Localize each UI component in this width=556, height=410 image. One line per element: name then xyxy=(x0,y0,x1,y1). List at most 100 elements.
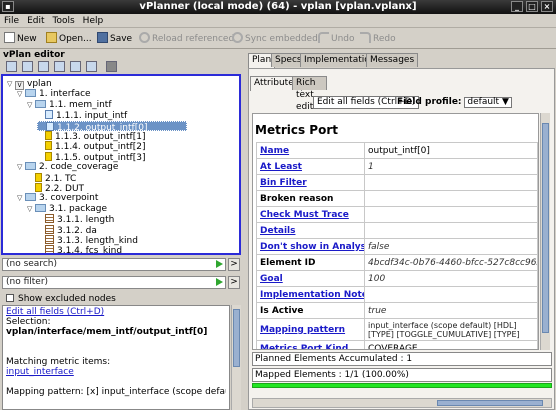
attribute-value[interactable] xyxy=(364,206,538,223)
tree-node[interactable]: 1.1.3. output_intf[1] xyxy=(37,131,145,142)
attribute-key-link[interactable]: Goal xyxy=(260,274,283,284)
tree-node[interactable]: ▽ 2. code_coverage xyxy=(17,162,118,172)
sync-embedded-button[interactable]: Sync embedded xyxy=(232,32,318,46)
attribute-value[interactable]: 100 xyxy=(364,270,538,287)
attribute-value[interactable] xyxy=(364,222,538,239)
tree-node[interactable]: 1.1.4. output_intf[2] xyxy=(37,141,145,152)
tab-rich-text-editor[interactable]: Rich text editor xyxy=(292,76,327,112)
redo-button[interactable]: Redo xyxy=(360,32,396,46)
expand-toggle-icon[interactable]: ▽ xyxy=(27,100,35,110)
attribute-key-link[interactable]: Implementation Note xyxy=(260,290,364,300)
attribute-value[interactable]: 1 xyxy=(364,158,538,175)
add-subsection-icon[interactable] xyxy=(22,61,33,72)
attribute-value[interactable]: output_intf[0] xyxy=(364,142,538,159)
edit-all-fields-link[interactable]: Edit all fields (Ctrl+D) xyxy=(6,307,104,317)
close-icon[interactable]: × xyxy=(541,1,553,12)
tree-node[interactable]: 2.2. DUT xyxy=(27,183,84,194)
attribute-key-link[interactable]: Don't show in Analysis xyxy=(260,242,364,252)
tree-node[interactable]: 3.1.1. length xyxy=(37,214,114,225)
field-profile-select[interactable]: default ▼ xyxy=(464,97,512,108)
expand-toggle-icon[interactable]: ▽ xyxy=(17,162,25,172)
bottom-scroll-thumb[interactable] xyxy=(437,400,543,406)
menu-help[interactable]: Help xyxy=(79,14,108,28)
attribute-value[interactable]: COVERAGE xyxy=(364,340,538,349)
search-field[interactable]: (no search) xyxy=(2,258,226,271)
attribute-value[interactable]: input_interface (scope default) [HDL] [T… xyxy=(364,318,538,341)
attribute-row: Mapping pattern input_interface (scope de… xyxy=(256,318,538,341)
link-icon[interactable] xyxy=(86,61,97,72)
tree-node[interactable]: ▽ Vvplan xyxy=(7,79,52,90)
tree-node[interactable]: 3.1.2. da xyxy=(37,224,97,236)
attribute-key-link[interactable]: Check Must Trace xyxy=(260,210,349,220)
expand-toggle-icon[interactable]: ▽ xyxy=(17,89,25,99)
expand-toggle-icon[interactable]: ▽ xyxy=(27,204,35,214)
attribute-key: Name xyxy=(256,142,365,159)
minimize-icon[interactable]: _ xyxy=(511,1,523,12)
add-coverage-icon[interactable] xyxy=(54,61,65,72)
coverage-icon xyxy=(35,183,42,192)
matching-item-link[interactable]: input_interface xyxy=(6,367,74,377)
filter-field-text: (no filter) xyxy=(6,277,49,287)
new-button[interactable]: New xyxy=(4,32,37,46)
attribute-value[interactable] xyxy=(364,174,538,191)
filter-apply-button[interactable]: > xyxy=(228,276,240,289)
expand-toggle-icon[interactable]: ▽ xyxy=(7,79,15,89)
search-go-icon[interactable] xyxy=(216,260,223,268)
tree-node[interactable]: ▽ 1.1. mem_intf xyxy=(27,99,112,110)
attributes-view: Metrics Port Name output_intf[0] At Least 1… xyxy=(252,113,539,350)
maximize-icon[interactable]: □ xyxy=(526,1,538,12)
attribute-key-link[interactable]: Bin Filter xyxy=(260,178,307,188)
attribute-key-link[interactable]: Mapping pattern xyxy=(260,325,345,335)
attribute-row: Metrics Port Kind COVERAGE xyxy=(256,340,538,350)
attribute-key-link[interactable]: Details xyxy=(260,226,295,236)
expand-toggle-icon[interactable]: ▽ xyxy=(17,193,25,203)
tab-messages[interactable]: Messages xyxy=(366,53,419,67)
save-button[interactable]: Save xyxy=(97,32,132,46)
tree-node[interactable]: 3.1.3. length_kind xyxy=(37,235,138,246)
attribute-value[interactable] xyxy=(364,190,538,207)
attribute-key-link[interactable]: Metrics Port Kind xyxy=(260,344,348,350)
filter-field[interactable]: (no filter) xyxy=(2,276,226,289)
tree-node[interactable]: 2.1. TC xyxy=(27,172,76,184)
info-scrollbar[interactable] xyxy=(231,305,241,410)
attribute-key: Check Must Trace xyxy=(256,206,365,223)
coverage-icon xyxy=(35,172,42,182)
attribute-key-link[interactable]: At Least xyxy=(260,162,302,172)
vplan-tree[interactable]: ▽ Vvplan ▽ 1. interface ▽ 1.1. mem_intf 1.1.1.… xyxy=(1,74,241,255)
attribute-value[interactable]: 4bcdf34c-0b76-4460-bfcc-527c8cc963c3 xyxy=(364,254,538,271)
tree-node[interactable]: ▽ 3. coverpoint xyxy=(17,193,98,203)
undo-button[interactable]: Undo xyxy=(318,32,355,46)
tree-node[interactable]: ▽ 3.1. package xyxy=(27,203,107,214)
tree-node[interactable]: ▽ 1. interface xyxy=(17,89,91,99)
tree-node[interactable]: 3.1.4. fcs_kind xyxy=(37,245,122,253)
dropdown-arrow-icon: ▼ xyxy=(501,97,509,107)
search-next-button[interactable]: > xyxy=(228,258,240,271)
undo-label: Undo xyxy=(331,34,355,44)
open-button[interactable]: Open... xyxy=(46,32,92,46)
attribute-key: Element ID xyxy=(256,254,365,271)
edit-node-icon[interactable] xyxy=(70,61,81,72)
menu-tools[interactable]: Tools xyxy=(49,14,79,28)
info-scroll-thumb[interactable] xyxy=(233,309,240,367)
attributes-scrollbar[interactable] xyxy=(540,113,550,350)
delete-icon[interactable] xyxy=(106,61,117,72)
tree-node[interactable]: 1.1.2. output_intf[0] xyxy=(37,120,187,133)
attribute-value[interactable] xyxy=(364,286,538,303)
reload-referenced-button[interactable]: Reload referenced xyxy=(139,32,234,46)
attributes-scroll-thumb[interactable] xyxy=(542,123,549,333)
attribute-value[interactable]: false xyxy=(364,238,538,255)
bottom-scrollbar[interactable] xyxy=(252,398,552,408)
add-metric-icon[interactable] xyxy=(38,61,49,72)
window-menu-icon[interactable]: ▪ xyxy=(2,1,14,12)
menu-file[interactable]: File xyxy=(0,14,23,28)
tree-node[interactable]: 1.1.1. input_intf xyxy=(37,110,127,121)
tree-node[interactable]: 1.1.5. output_intf[3] xyxy=(37,151,145,163)
show-excluded-checkbox[interactable]: Show excluded nodes xyxy=(6,293,116,305)
matching-label: Matching metric items: xyxy=(6,357,111,367)
checkbox-box[interactable] xyxy=(6,294,14,302)
attribute-key-link[interactable]: Name xyxy=(260,146,289,156)
filter-go-icon[interactable] xyxy=(216,278,223,286)
menu-edit[interactable]: Edit xyxy=(23,14,48,28)
attribute-value[interactable]: true xyxy=(364,302,538,319)
add-section-icon[interactable] xyxy=(6,61,17,72)
